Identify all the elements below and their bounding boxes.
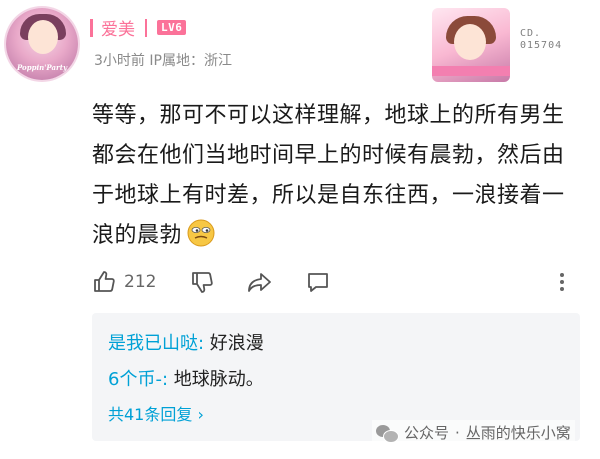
watermark-name: 丛雨的快乐小窝 (465, 424, 571, 442)
fan-badge-image[interactable] (432, 8, 510, 82)
watermark: 公众号 · 丛雨的快乐小窝 (372, 420, 575, 445)
thumbs-down-icon (192, 272, 213, 293)
badge-ribbon (432, 66, 510, 76)
reply-item[interactable]: 是我已山哒: 好浪漫 (108, 329, 264, 355)
like-count: 212 (124, 272, 157, 292)
avatar-face (28, 20, 58, 54)
wechat-icon (376, 424, 399, 443)
reply-text: 好浪漫 (204, 333, 264, 354)
comment-actions: 212 (92, 270, 586, 300)
view-all-replies-link[interactable]: 共41条回复 › (108, 401, 204, 425)
divider (145, 18, 147, 37)
watermark-source: 公众号 (404, 424, 450, 442)
reply-icon (308, 273, 328, 292)
username[interactable]: 爱美 (101, 15, 135, 40)
comment-meta: 3小时前 IP属地：浙江 (94, 50, 232, 70)
doge-emoji-icon (187, 219, 215, 247)
comment-body: 等等，那可不可以这样理解，地球上的所有男生都会在他们当地时间早上的时候有晨勃，然… (92, 96, 586, 256)
divider (90, 18, 93, 37)
reply-text: 地球脉动。 (168, 369, 264, 390)
fan-badge-code: CD. 015704 (520, 28, 562, 52)
badge-code-line1: CD. (520, 28, 542, 39)
reply-button[interactable] (305, 270, 331, 294)
comment-text: 等等，那可不可以这样理解，地球上的所有男生都会在他们当地时间早上的时候有晨勃，然… (92, 103, 565, 248)
badge-code-line2: 015704 (520, 40, 563, 51)
more-icon (560, 273, 564, 291)
more-button[interactable] (558, 270, 566, 294)
thumbs-up-icon (94, 271, 115, 292)
badge-face (454, 24, 486, 60)
reply-user[interactable]: 是我已山哒: (108, 333, 204, 354)
level-badge: LV6 (157, 20, 187, 35)
avatar-tag: Poppin'Party (16, 63, 68, 72)
dislike-button[interactable] (190, 270, 214, 294)
share-icon (248, 273, 271, 292)
ip-location: IP属地：浙江 (149, 53, 232, 69)
user-avatar[interactable]: Poppin'Party (6, 8, 78, 80)
comment-time: 3小时前 (94, 53, 145, 69)
reply-user[interactable]: 6个币-: (108, 369, 168, 390)
share-button[interactable] (247, 270, 273, 294)
like-button[interactable]: 212 (92, 270, 156, 294)
reply-item[interactable]: 6个币-: 地球脉动。 (108, 365, 264, 391)
comment-header: 爱美 LV6 (86, 15, 187, 40)
watermark-sep: · (455, 423, 460, 442)
